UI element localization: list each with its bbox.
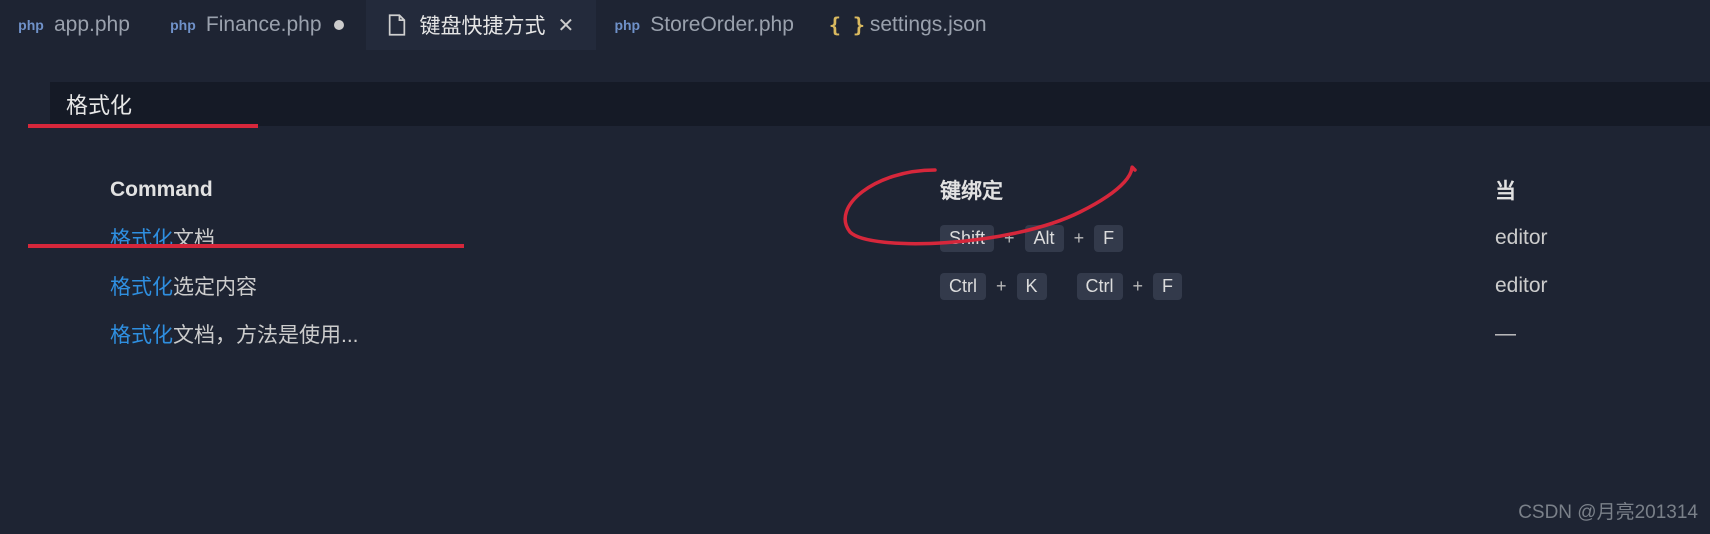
command-cell: 格式化文档	[110, 223, 940, 253]
tab-label: Finance.php	[206, 13, 322, 37]
tab-app-php[interactable]: php app.php	[0, 0, 152, 50]
search-wrap	[0, 50, 1710, 126]
header-keybinding: 键绑定	[940, 175, 1495, 205]
match-highlight: 格式化	[110, 324, 173, 347]
key-ctrl: Ctrl	[1077, 273, 1123, 300]
tab-storeorder-php[interactable]: php StoreOrder.php	[596, 0, 816, 50]
tab-bar: php app.php php Finance.php 键盘快捷方式 ✕ php…	[0, 0, 1710, 50]
match-highlight: 格式化	[110, 228, 173, 251]
header-when: 当	[1495, 175, 1710, 205]
tab-label: app.php	[54, 13, 130, 37]
table-header-row: Command 键绑定 当	[0, 166, 1710, 214]
dirty-indicator-icon	[334, 20, 344, 30]
when-cell: editor	[1495, 226, 1710, 250]
plus-icon: +	[1131, 276, 1146, 297]
watermark: CSDN @月亮201314	[1518, 497, 1698, 524]
match-highlight: 格式化	[110, 276, 173, 299]
keybinding-cell: Ctrl + K Ctrl + F	[940, 273, 1495, 300]
key-alt: Alt	[1025, 225, 1064, 252]
when-cell: editor	[1495, 274, 1710, 298]
shortcut-search-input[interactable]	[50, 82, 1710, 126]
header-command: Command	[110, 178, 940, 202]
tab-keyboard-shortcuts[interactable]: 键盘快捷方式 ✕	[366, 0, 597, 50]
when-cell: —	[1495, 322, 1710, 346]
command-rest: 选定内容	[173, 276, 257, 299]
table-row[interactable]: 格式化选定内容 Ctrl + K Ctrl + F editor	[0, 262, 1710, 310]
php-icon: php	[616, 14, 638, 36]
tab-settings-json[interactable]: { } settings.json	[816, 0, 1009, 50]
command-rest: 文档	[173, 228, 215, 251]
tab-label: 键盘快捷方式	[420, 10, 546, 40]
tab-finance-php[interactable]: php Finance.php	[152, 0, 366, 50]
table-row[interactable]: 格式化文档，方法是使用... —	[0, 310, 1710, 358]
tab-label: StoreOrder.php	[650, 13, 794, 37]
document-icon	[386, 14, 408, 36]
shortcuts-table: Command 键绑定 当 格式化文档 Shift + Alt + F edit…	[0, 126, 1710, 358]
keybinding-cell: Shift + Alt + F	[940, 225, 1495, 252]
table-row[interactable]: 格式化文档 Shift + Alt + F editor	[0, 214, 1710, 262]
php-icon: php	[172, 14, 194, 36]
key-ctrl: Ctrl	[940, 273, 986, 300]
key-f: F	[1153, 273, 1182, 300]
key-k: K	[1017, 273, 1047, 300]
key-f: F	[1094, 225, 1123, 252]
plus-icon: +	[1072, 228, 1087, 249]
command-cell: 格式化文档，方法是使用...	[110, 319, 940, 349]
key-shift: Shift	[940, 225, 994, 252]
tab-label: settings.json	[870, 13, 987, 37]
command-rest: 文档，方法是使用...	[173, 324, 359, 347]
plus-icon: +	[994, 276, 1009, 297]
php-icon: php	[20, 14, 42, 36]
command-cell: 格式化选定内容	[110, 271, 940, 301]
close-icon[interactable]: ✕	[558, 13, 575, 38]
json-icon: { }	[836, 14, 858, 36]
plus-icon: +	[1002, 228, 1017, 249]
